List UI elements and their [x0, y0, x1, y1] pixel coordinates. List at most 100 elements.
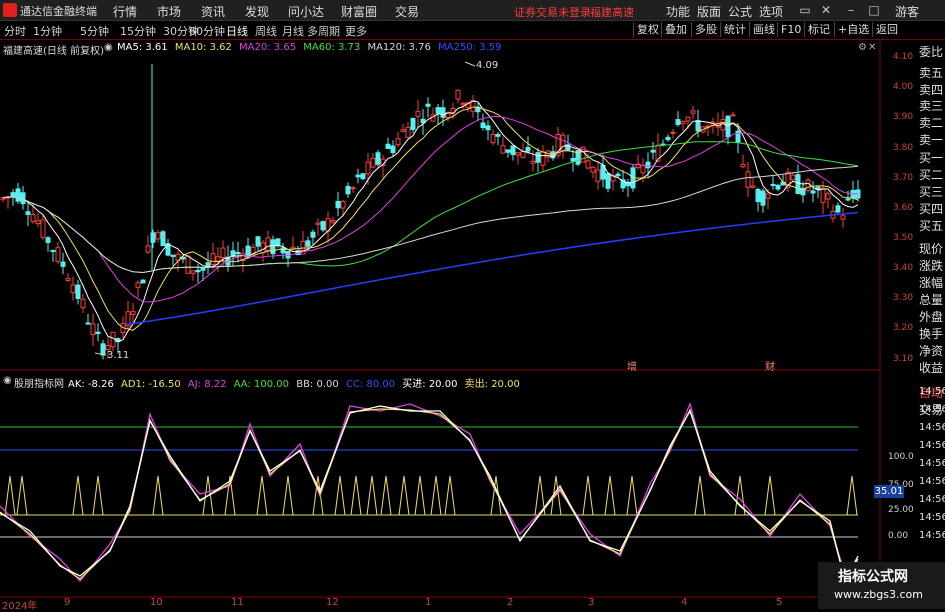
- candle-body: [35, 220, 41, 225]
- candle-body: [30, 214, 36, 222]
- price-tick: 3.70: [893, 173, 914, 183]
- buy-spike: [72, 475, 84, 516]
- candle-body: [140, 279, 146, 284]
- candle-body: [65, 278, 71, 281]
- marker-finance: 财: [765, 362, 775, 373]
- buy-spike: [398, 475, 410, 516]
- candle-body: [50, 249, 56, 252]
- date-tick: 12: [326, 597, 339, 608]
- ma-line: [2, 165, 859, 274]
- price-tick: 3.90: [893, 112, 914, 122]
- kline-chart-canvas[interactable]: [0, 0, 945, 609]
- time-entry: 14:56: [919, 530, 945, 541]
- side-label: 买三: [919, 185, 944, 199]
- candle-body: [835, 205, 841, 213]
- candle-body: [640, 164, 646, 174]
- candle-body: [805, 179, 811, 191]
- settings-icon[interactable]: ⚙: [858, 42, 867, 53]
- aj-value: AJ: 8.22: [187, 379, 227, 390]
- marker-increase: 增: [627, 362, 637, 373]
- oscillator-line: [0, 405, 859, 583]
- side-label: 卖一: [919, 133, 944, 147]
- side-label: 买二: [919, 168, 944, 182]
- side-label: 现价: [919, 242, 944, 256]
- candle-body: [40, 219, 46, 238]
- current-indicator-badge: 35.01: [874, 485, 904, 498]
- ak-value: AK: -8.26: [68, 379, 114, 390]
- date-tick: 2024年: [2, 601, 38, 612]
- side-label: 换手: [919, 327, 944, 341]
- candle-body: [15, 188, 21, 202]
- time-entry: 14:56: [919, 458, 945, 469]
- ma-line: [2, 115, 859, 303]
- candle-body: [590, 166, 596, 173]
- candle-body: [495, 133, 501, 137]
- candle-body: [695, 120, 701, 132]
- candle-body: [840, 215, 846, 220]
- low-price-label: 3.11: [107, 350, 130, 361]
- candle-body: [820, 187, 826, 203]
- candle-body: [405, 126, 411, 139]
- price-tick: 3.50: [893, 233, 914, 243]
- candle-body: [775, 184, 781, 190]
- candle-body: [615, 173, 621, 177]
- oscillator-line: [0, 402, 859, 582]
- indicator-title[interactable]: 股朋指标网: [14, 375, 64, 390]
- ma10-value: MA10: 3.62: [174, 42, 232, 53]
- sell-value: 卖出: 20.00: [464, 379, 520, 390]
- cc-value: CC: 80.00: [345, 379, 396, 390]
- candle-body: [725, 115, 731, 138]
- candle-body: [55, 247, 61, 262]
- buy-spike: [282, 475, 294, 516]
- ma-line: [2, 106, 859, 331]
- buy-spike: [224, 475, 236, 516]
- candle-body: [315, 222, 321, 225]
- candle-body: [810, 190, 816, 194]
- ma120-value: MA120: 3.76: [367, 42, 431, 53]
- candle-body: [155, 232, 161, 240]
- indicator-collapse-icon[interactable]: ◉: [3, 375, 12, 386]
- candle-body: [485, 125, 491, 131]
- candle-body: [70, 284, 76, 294]
- candle-body: [510, 145, 516, 156]
- date-tick: 1: [425, 597, 432, 608]
- candle-body: [235, 251, 241, 255]
- candle-body: [480, 122, 486, 129]
- candle-body: [160, 231, 166, 247]
- buy-spike: [152, 475, 164, 516]
- candle-body: [645, 161, 651, 169]
- ma-legend: MA5: 3.61 MA10: 3.62 MA20: 3.65 MA60: 3.…: [117, 42, 505, 53]
- candle-body: [210, 253, 216, 265]
- candle-body: [340, 200, 346, 209]
- buy-spike: [626, 475, 638, 516]
- candle-body: [740, 163, 746, 168]
- ma250-value: MA250: 3.59: [438, 42, 502, 53]
- date-tick: 5: [776, 597, 783, 608]
- side-label: 买五: [919, 219, 944, 233]
- time-entry: 14:56: [919, 404, 945, 415]
- oscillator-lines: [0, 402, 859, 583]
- time-entry: 14:56: [919, 494, 945, 505]
- buy-spike: [256, 475, 268, 516]
- side-label: 委比: [919, 45, 944, 59]
- ma20-value: MA20: 3.65: [239, 42, 297, 53]
- candle-body: [755, 188, 761, 203]
- buy-spike: [4, 475, 16, 516]
- candlestick-series: [0, 64, 861, 360]
- buy-spike: [414, 475, 426, 516]
- buy-spike: [366, 475, 378, 516]
- candle-body: [400, 129, 406, 132]
- chart-title[interactable]: 福建高速(日线 前复权): [3, 42, 104, 57]
- high-price-label: 4.09: [476, 60, 499, 71]
- time-entry: 14:56: [919, 440, 945, 451]
- close-chart-icon[interactable]: ✕: [868, 42, 876, 53]
- ma5-value: MA5: 3.61: [117, 42, 168, 53]
- candle-body: [760, 190, 766, 206]
- collapse-icon[interactable]: ◉: [104, 42, 113, 53]
- price-tick: 3.30: [893, 293, 914, 303]
- ma250-line: [124, 211, 859, 326]
- buy-spike: [334, 475, 346, 516]
- candle-body: [730, 114, 736, 117]
- side-label: 净资: [919, 344, 944, 358]
- ma60-value: MA60: 3.73: [303, 42, 361, 53]
